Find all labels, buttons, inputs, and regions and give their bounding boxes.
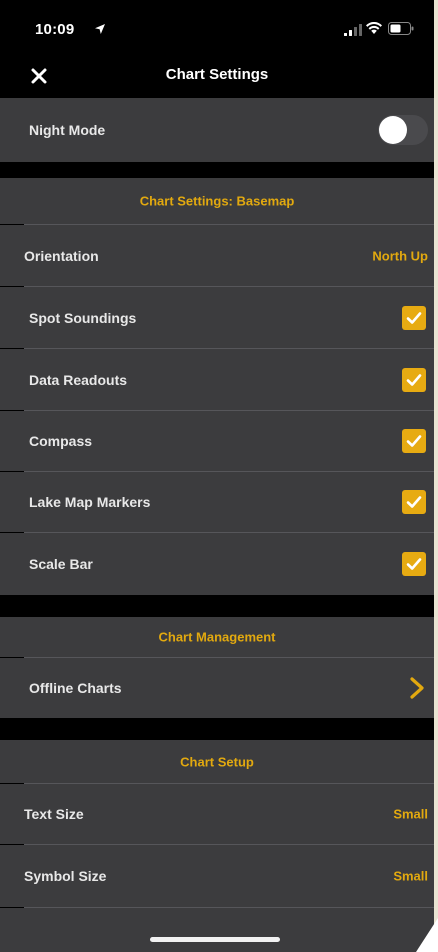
data-readouts-label: Data Readouts: [29, 371, 128, 388]
section-gap: [0, 162, 434, 178]
next-row-partial: [0, 908, 434, 952]
status-bar: 10:09: [0, 0, 434, 58]
management-section-title: Chart Management: [158, 629, 276, 645]
data-readouts-checkbox[interactable]: [402, 367, 426, 392]
status-time: 10:09: [35, 21, 75, 38]
home-indicator[interactable]: [150, 937, 280, 942]
text-size-label: Text Size: [24, 806, 84, 822]
checkmark-icon: [406, 311, 422, 324]
spot-soundings-row[interactable]: Spot Soundings: [0, 287, 434, 348]
setup-section-header: Chart Setup: [0, 740, 434, 783]
photo-corner: [416, 918, 438, 952]
checkmark-icon: [406, 373, 422, 386]
orientation-label: Orientation: [24, 247, 99, 264]
cellular-signal-icon: [344, 24, 362, 36]
compass-row[interactable]: Compass: [0, 411, 434, 471]
basemap-section-title: Chart Settings: Basemap: [139, 193, 295, 209]
symbol-size-value[interactable]: Small: [393, 869, 428, 884]
symbol-size-row[interactable]: Symbol Size Small: [0, 845, 434, 907]
spot-soundings-label: Spot Soundings: [29, 309, 137, 326]
scale-bar-row[interactable]: Scale Bar: [0, 533, 434, 595]
section-gap: [0, 595, 434, 617]
lake-map-markers-row[interactable]: Lake Map Markers: [0, 472, 434, 532]
orientation-row[interactable]: Orientation North Up: [0, 225, 434, 286]
location-arrow-icon: [95, 24, 105, 34]
night-mode-toggle[interactable]: [378, 115, 428, 145]
offline-charts-label: Offline Charts: [29, 680, 122, 696]
spot-soundings-checkbox[interactable]: [402, 305, 426, 330]
text-size-row[interactable]: Text Size Small: [0, 784, 434, 844]
setup-section-title: Chart Setup: [180, 754, 254, 769]
photo-edge: [434, 0, 438, 952]
chevron-right-icon[interactable]: [408, 676, 426, 700]
orientation-value[interactable]: North Up: [372, 248, 428, 263]
scale-bar-label: Scale Bar: [29, 556, 93, 572]
night-mode-row[interactable]: Night Mode: [0, 98, 434, 162]
wifi-icon: [366, 22, 382, 34]
compass-checkbox[interactable]: [402, 429, 426, 453]
data-readouts-row[interactable]: Data Readouts: [0, 349, 434, 410]
page-title: Chart Settings: [165, 66, 269, 83]
checkmark-icon: [406, 496, 422, 508]
text-size-value[interactable]: Small: [393, 807, 428, 822]
lake-map-markers-checkbox[interactable]: [402, 490, 426, 514]
scale-bar-checkbox[interactable]: [402, 552, 426, 576]
checkmark-icon: [406, 558, 422, 570]
compass-label: Compass: [29, 433, 93, 449]
management-section-header: Chart Management: [0, 617, 434, 657]
navigation-bar: Chart Settings: [0, 58, 434, 98]
night-mode-label: Night Mode: [29, 122, 106, 138]
offline-charts-row[interactable]: Offline Charts: [0, 658, 434, 718]
toggle-knob: [379, 116, 407, 144]
section-gap: [0, 718, 434, 740]
chart-settings-screen: 10:09 Chart Settings Night Mode Chart Se…: [0, 0, 438, 952]
checkmark-icon: [406, 435, 422, 447]
symbol-size-label: Symbol Size: [24, 868, 107, 884]
battery-icon: [388, 22, 414, 35]
basemap-section-header: Chart Settings: Basemap: [0, 178, 434, 224]
lake-map-markers-label: Lake Map Markers: [29, 494, 151, 510]
